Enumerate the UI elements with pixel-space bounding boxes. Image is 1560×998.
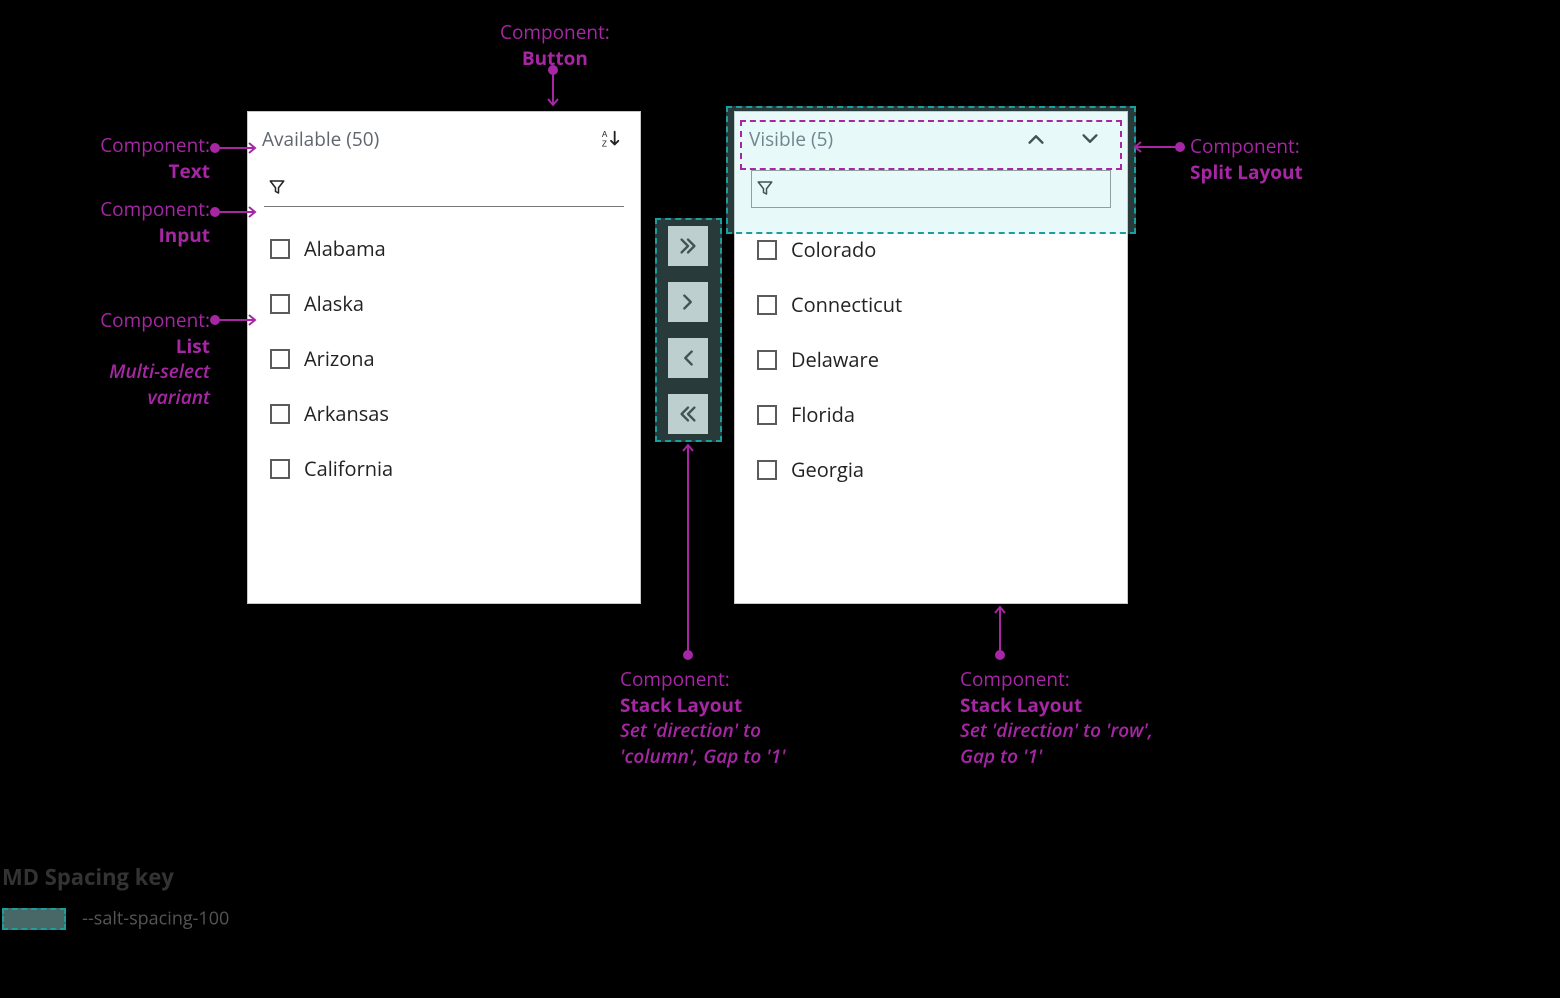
filter-icon: [268, 178, 286, 196]
checkbox[interactable]: [270, 349, 290, 369]
checkbox[interactable]: [270, 294, 290, 314]
double-chevron-left-icon: [677, 403, 699, 425]
chevron-right-icon: [677, 291, 699, 313]
callout-text: Component: Text: [50, 133, 210, 184]
list-item[interactable]: Arkansas: [264, 386, 624, 441]
remove-button[interactable]: [668, 338, 708, 378]
visible-filter: [751, 170, 1111, 208]
list-item-label: Florida: [791, 401, 855, 428]
visible-header: Visible (5): [735, 112, 1127, 162]
add-button[interactable]: [668, 282, 708, 322]
list-item-label: California: [304, 455, 393, 482]
checkbox[interactable]: [757, 295, 777, 315]
visible-title: Visible (5): [749, 126, 833, 152]
list-item-label: Alaska: [304, 290, 364, 317]
list-item[interactable]: Georgia: [751, 442, 1111, 497]
available-title: Available (50): [262, 126, 379, 152]
add-all-button[interactable]: [668, 226, 708, 266]
list-item[interactable]: Colorado: [751, 222, 1111, 277]
list-item-label: Colorado: [791, 236, 876, 263]
available-filter-input[interactable]: [294, 176, 624, 198]
list-item[interactable]: Connecticut: [751, 277, 1111, 332]
checkbox[interactable]: [757, 350, 777, 370]
svg-text:Z: Z: [602, 139, 607, 148]
list-item[interactable]: Arizona: [264, 331, 624, 386]
sort-button[interactable]: A Z: [598, 126, 624, 152]
chevron-down-icon: [1079, 128, 1101, 150]
callout-button: Component: Button: [500, 20, 610, 71]
visible-panel: Visible (5) Colorado Connecti: [734, 111, 1128, 604]
sort-az-icon: A Z: [600, 128, 622, 150]
spacing-swatch: [2, 908, 66, 930]
available-panel: Available (50) A Z Alabama Alaska Arizon…: [247, 111, 641, 604]
list-item-label: Delaware: [791, 346, 879, 373]
visible-list: Colorado Connecticut Delaware Florida Ge…: [735, 208, 1127, 507]
svg-text:A: A: [602, 130, 608, 139]
checkbox[interactable]: [757, 460, 777, 480]
transfer-buttons: [668, 226, 708, 434]
list-item-label: Arizona: [304, 345, 375, 372]
move-down-button[interactable]: [1077, 126, 1103, 152]
list-item-label: Arkansas: [304, 400, 389, 427]
checkbox[interactable]: [757, 405, 777, 425]
list-item[interactable]: Delaware: [751, 332, 1111, 387]
checkbox[interactable]: [270, 459, 290, 479]
callout-stack-column: Component: Stack Layout Set 'direction' …: [620, 667, 820, 770]
remove-all-button[interactable]: [668, 394, 708, 434]
available-list: Alabama Alaska Arizona Arkansas Californ…: [248, 207, 640, 506]
checkbox[interactable]: [757, 240, 777, 260]
checkbox[interactable]: [270, 239, 290, 259]
list-item-label: Georgia: [791, 456, 864, 483]
filter-icon: [756, 179, 774, 197]
callout-splitlayout: Component: Split Layout: [1190, 134, 1303, 185]
list-item[interactable]: Alabama: [264, 221, 624, 276]
double-chevron-right-icon: [677, 235, 699, 257]
chevron-up-icon: [1025, 128, 1047, 150]
chevron-left-icon: [677, 347, 699, 369]
spacing-key-heading: MD Spacing key: [2, 862, 229, 892]
available-filter: [264, 170, 624, 207]
list-item[interactable]: Florida: [751, 387, 1111, 442]
checkbox[interactable]: [270, 404, 290, 424]
list-item[interactable]: Alaska: [264, 276, 624, 331]
reorder-buttons: [1023, 126, 1111, 152]
list-item-label: Connecticut: [791, 291, 902, 318]
spacing-token: --salt-spacing-100: [82, 907, 229, 931]
visible-filter-input[interactable]: [782, 177, 1110, 199]
list-item-label: Alabama: [304, 235, 386, 262]
callout-stack-row: Component: Stack Layout Set 'direction' …: [960, 667, 1160, 770]
list-item[interactable]: California: [264, 441, 624, 496]
move-up-button[interactable]: [1023, 126, 1049, 152]
spacing-key: MD Spacing key --salt-spacing-100: [2, 862, 229, 931]
callout-input: Component: Input: [50, 197, 210, 248]
callout-list: Component: List Multi-select variant: [50, 308, 210, 411]
available-header: Available (50) A Z: [248, 112, 640, 162]
